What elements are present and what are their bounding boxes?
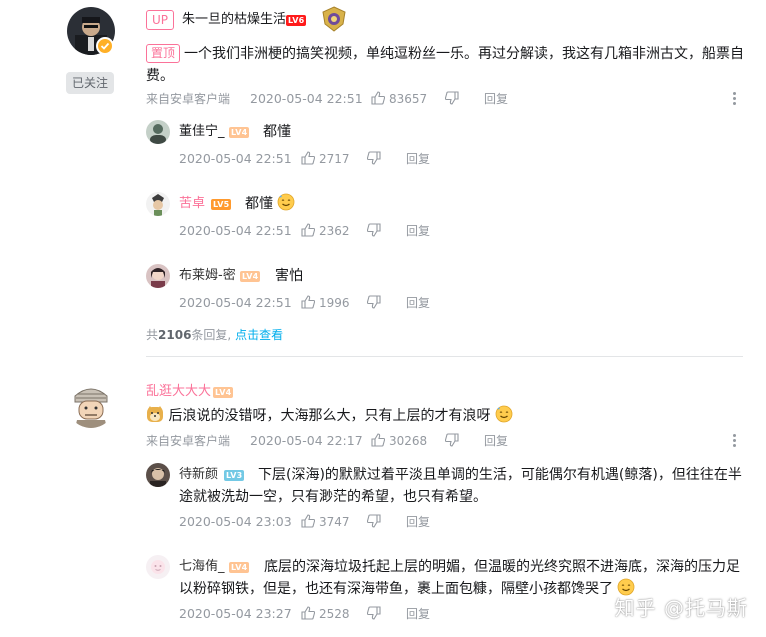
- reply-date: 2020-05-04 23:03: [179, 514, 292, 529]
- comment-date: 2020-05-04 22:51: [250, 91, 363, 106]
- more-options-icon[interactable]: [732, 434, 736, 449]
- followed-button[interactable]: 已关注: [66, 72, 114, 94]
- fan-medal-icon: [321, 6, 347, 32]
- dislike-icon[interactable]: [367, 223, 381, 237]
- reply-button[interactable]: 回复: [406, 606, 430, 622]
- reply-date: 2020-05-04 22:51: [179, 295, 292, 310]
- dislike-icon[interactable]: [367, 295, 381, 309]
- level-badge: LV5: [211, 199, 232, 210]
- dislike-icon[interactable]: [367, 606, 381, 620]
- like-count: 2528: [319, 607, 350, 621]
- sweat-smile-emoji-icon: [278, 193, 295, 211]
- reply-text: 下层(深海)的默默过着平淡且单调的生活，可能偶尔有机遇(鲸落)，但往往在半途就被…: [179, 467, 742, 505]
- comment-divider: [146, 356, 743, 357]
- comment-text: 后浪说的没错呀，大海那么大，只有上层的才有浪呀: [146, 405, 746, 427]
- like-count: 2717: [319, 152, 350, 166]
- comment-text: 置顶 一个我们非洲梗的搞笑视频，单纯逗粉丝一乐。再过分解读，我这有几箱非洲古文，船…: [146, 44, 745, 84]
- reply-date: 2020-05-04 23:27: [179, 606, 292, 621]
- more-options-icon[interactable]: [732, 92, 736, 107]
- reply-text: 都懂: [263, 124, 291, 140]
- comment-source: 来自安卓客户端: [146, 434, 231, 448]
- view-more-replies: 共2106条回复, 点击查看: [146, 328, 284, 342]
- dislike-icon[interactable]: [367, 151, 381, 165]
- dislike-icon[interactable]: [367, 514, 381, 528]
- level-badge: LV4: [213, 387, 234, 398]
- reply-button[interactable]: 回复: [484, 433, 508, 449]
- like-count: 83657: [389, 92, 428, 106]
- level-badge: LV4: [240, 271, 261, 282]
- verified-icon: [96, 37, 114, 55]
- up-badge: UP: [146, 10, 175, 30]
- like-count: 2362: [319, 224, 350, 238]
- reply-text: 害怕: [275, 268, 303, 284]
- reply-date: 2020-05-04 22:51: [179, 223, 292, 238]
- reply-button[interactable]: 回复: [406, 151, 430, 167]
- comment-source: 来自安卓客户端: [146, 92, 231, 106]
- reply-username[interactable]: 董佳宁_: [179, 123, 225, 141]
- sweat-smile-emoji-icon: [495, 405, 513, 423]
- like-icon[interactable]: [371, 91, 385, 105]
- reply-date: 2020-05-04 22:51: [179, 151, 292, 166]
- reply-avatar[interactable]: [146, 192, 170, 216]
- like-icon[interactable]: [301, 606, 315, 620]
- reply-button[interactable]: 回复: [406, 295, 430, 311]
- watermark: 知乎 @托马斯: [614, 596, 748, 620]
- view-more-link[interactable]: 点击查看: [235, 328, 283, 342]
- pinned-badge: 置顶: [146, 44, 181, 63]
- level-badge: LV6: [286, 15, 307, 26]
- reply-username[interactable]: 苦卓: [179, 195, 205, 213]
- commenter-avatar[interactable]: [67, 380, 115, 428]
- like-icon[interactable]: [301, 514, 315, 528]
- reply-button[interactable]: 回复: [406, 514, 430, 530]
- like-icon[interactable]: [301, 223, 315, 237]
- like-count: 3747: [319, 515, 350, 529]
- like-count: 30268: [389, 434, 428, 448]
- dislike-icon[interactable]: [445, 91, 459, 105]
- reply-text: 都懂: [245, 193, 295, 215]
- doge-emoji-icon: [147, 406, 163, 422]
- level-badge: LV4: [229, 127, 250, 138]
- like-icon[interactable]: [301, 151, 315, 165]
- reply-avatar[interactable]: [146, 555, 170, 579]
- comment-username[interactable]: 朱一旦的枯燥生活: [182, 11, 286, 29]
- reply-avatar[interactable]: [146, 463, 170, 487]
- reply-avatar[interactable]: [146, 264, 170, 288]
- reply-button[interactable]: 回复: [484, 91, 508, 107]
- reply-username[interactable]: 布莱姆-密: [179, 267, 236, 285]
- dislike-icon[interactable]: [445, 433, 459, 447]
- comment-username[interactable]: 乱逛大大大: [146, 383, 211, 401]
- like-count: 1996: [319, 296, 350, 310]
- reply-button[interactable]: 回复: [406, 223, 430, 239]
- like-icon[interactable]: [301, 295, 315, 309]
- comment-date: 2020-05-04 22:17: [250, 433, 363, 448]
- reply-avatar[interactable]: [146, 120, 170, 144]
- like-icon[interactable]: [371, 433, 385, 447]
